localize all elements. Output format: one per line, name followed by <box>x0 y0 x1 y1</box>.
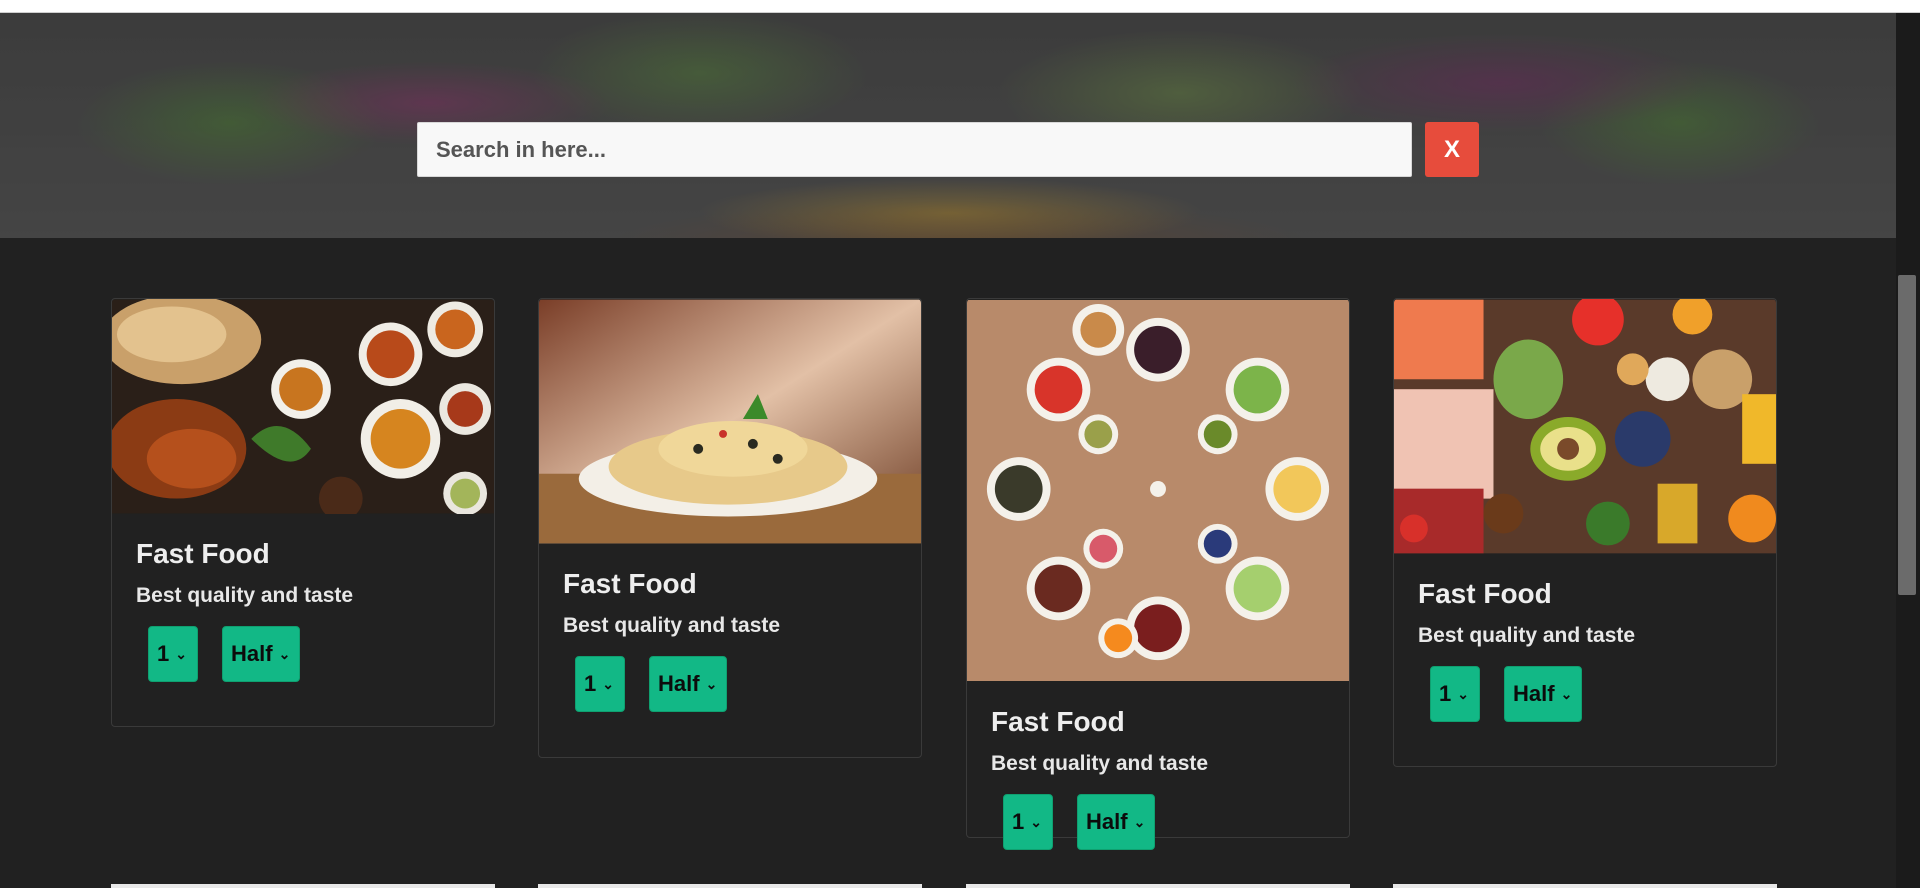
chevron-down-icon: ⌄ <box>278 645 291 662</box>
card-title: Fast Food <box>991 706 1125 737</box>
chevron-down-icon: ⌄ <box>1030 813 1042 830</box>
quantity-select[interactable]: 1 ⌄ <box>575 656 625 712</box>
search-bar: X <box>417 122 1479 177</box>
card-title: Fast Food <box>1418 578 1552 609</box>
food-image-indian-curry <box>112 299 494 514</box>
search-input[interactable] <box>417 122 1412 177</box>
card-title: Fast Food <box>563 568 697 599</box>
browser-top-edge <box>0 0 1920 13</box>
menu-card: Fast Food Best quality and taste 1 ⌄ Half… <box>1393 298 1777 767</box>
chevron-down-icon: ⌄ <box>705 675 718 692</box>
chevron-down-icon: ⌄ <box>1457 685 1469 702</box>
chevron-down-icon: ⌄ <box>175 645 187 662</box>
scrollbar-thumb[interactable] <box>1898 275 1916 595</box>
clear-search-button[interactable]: X <box>1425 122 1479 177</box>
portion-select[interactable]: Half ⌄ <box>1504 666 1582 722</box>
next-card-edge <box>538 884 922 888</box>
card-subtitle: Best quality and taste <box>1418 624 1636 647</box>
chevron-down-icon: ⌄ <box>602 675 614 692</box>
quantity-select[interactable]: 1 ⌄ <box>148 626 198 682</box>
portion-select[interactable]: Half ⌄ <box>222 626 300 682</box>
next-card-edge <box>966 884 1350 888</box>
chevron-down-icon: ⌄ <box>1133 813 1146 830</box>
next-card-edge <box>1393 884 1777 888</box>
food-image-fresh-produce <box>1394 299 1776 554</box>
portion-select[interactable]: Half ⌄ <box>1077 794 1155 850</box>
card-subtitle: Best quality and taste <box>991 752 1209 775</box>
menu-card: Fast Food Best quality and taste 1 ⌄ Half… <box>538 298 922 758</box>
next-card-edge <box>111 884 495 888</box>
quantity-select[interactable]: 1 ⌄ <box>1430 666 1480 722</box>
portion-select[interactable]: Half ⌄ <box>649 656 727 712</box>
card-subtitle: Best quality and taste <box>136 584 354 607</box>
card-title: Fast Food <box>136 538 270 569</box>
chevron-down-icon: ⌄ <box>1560 685 1573 702</box>
food-image-spaghetti <box>539 299 921 544</box>
food-image-bowls-circle <box>967 299 1349 682</box>
quantity-select[interactable]: 1 ⌄ <box>1003 794 1053 850</box>
menu-card: Fast Food Best quality and taste 1 ⌄ Half… <box>111 298 495 727</box>
card-subtitle: Best quality and taste <box>563 614 781 637</box>
menu-card: Fast Food Best quality and taste 1 ⌄ Half… <box>966 298 1350 850</box>
